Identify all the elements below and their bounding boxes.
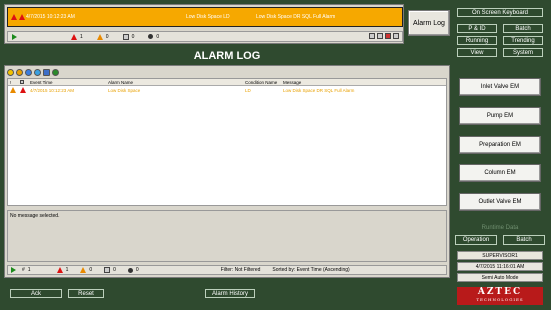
warning-icon[interactable] (16, 68, 23, 76)
reset-button[interactable]: Reset (68, 289, 104, 298)
banner-suppressed: 0 (156, 33, 160, 40)
banner-ack: 0 (105, 33, 109, 40)
row-condition-name: LD (245, 87, 251, 93)
filter-icon[interactable] (34, 68, 41, 76)
ack-all-icon[interactable] (385, 33, 391, 39)
info-icon[interactable] (25, 68, 32, 76)
row-alarm-name: Low Disk Space (108, 87, 141, 93)
alarm-icon (71, 33, 77, 40)
alarm-warning-icon (11, 14, 25, 22)
table-row[interactable]: 4/7/2015 10:12:23 AM Low Disk Space LD L… (8, 86, 446, 94)
banner-alarm-message: Low Disk Space DR SQL Full Alarm (256, 14, 336, 20)
message-pane: No message selected. (7, 210, 447, 262)
shelved-icon (122, 33, 129, 40)
col-event-time[interactable]: Event Time (28, 80, 106, 85)
log-statusbar: #1 1 0 0 0 Filter: Not Filtered Sorted b… (7, 265, 447, 275)
runtime-data-label: Runtime Data (481, 225, 519, 231)
nav-running-button[interactable]: Running (457, 36, 497, 45)
row-event-time: 4/7/2015 10:12:23 AM (30, 87, 75, 93)
control-mode: Semi Auto Mode (457, 273, 543, 282)
scroll-down-icon[interactable] (377, 33, 383, 39)
nav-view-button[interactable]: View (457, 48, 497, 57)
ack-button[interactable]: Ack (10, 289, 62, 298)
banner-statusbar: 1 0 0 0 (7, 31, 403, 42)
refresh-icon[interactable] (393, 33, 399, 39)
severity-icon (20, 79, 24, 84)
nav-trending-button[interactable]: Trending (503, 36, 543, 45)
col-condition-name[interactable]: Condition Name (243, 80, 281, 85)
banner-shelved: 0 (131, 33, 135, 40)
navigation-panel: On Screen Keyboard P & ID Batch Running … (453, 4, 547, 306)
table-header: ! Event Time Alarm Name Condition Name M… (8, 79, 446, 86)
shelved-icon (104, 267, 111, 273)
col-severity[interactable] (18, 79, 28, 85)
sort-status: Sorted by: Event Time (Ascending) (272, 267, 350, 273)
save-icon[interactable] (43, 68, 50, 76)
col-message[interactable]: Message (281, 80, 446, 85)
preparation-em-button[interactable]: Preparation EM (459, 136, 541, 154)
column-em-button[interactable]: Column EM (459, 164, 541, 182)
outlet-valve-em-button[interactable]: Outlet Valve EM (459, 193, 541, 211)
logo-subtitle: TECHNOLOGIES (476, 297, 524, 302)
log-ack: 0 (89, 267, 93, 273)
play-icon[interactable] (11, 267, 16, 273)
filter-status: Filter: Not Filtered (220, 267, 261, 273)
nav-batch-button[interactable]: Batch (503, 24, 543, 33)
pump-em-button[interactable]: Pump EM (459, 107, 541, 125)
alarm-history-button[interactable]: Alarm History (205, 289, 255, 298)
page-title: ALARM LOG (4, 47, 450, 64)
banner-play-item[interactable] (12, 33, 17, 40)
inlet-valve-em-button[interactable]: Inlet Valve EM (459, 78, 541, 96)
suppressed-icon (127, 267, 133, 273)
suppressed-icon (148, 34, 154, 39)
alarm-icon (56, 267, 63, 273)
log-suppressed: 0 (135, 267, 139, 273)
banner-count: 1 (80, 33, 83, 40)
alarm-table[interactable]: ! Event Time Alarm Name Condition Name M… (7, 78, 447, 206)
nav-system-button[interactable]: System (503, 48, 543, 57)
ack-icon (80, 267, 87, 273)
alarm-icon (20, 86, 26, 93)
active-alarm-row[interactable]: 4/7/2015 10:12:23 AM Low Disk Space LD L… (7, 7, 403, 27)
nav-pid-button[interactable]: P & ID (457, 24, 497, 33)
banner-alarm-name: Low Disk Space LD (186, 14, 230, 20)
user-name: SUPERVISOR1 (457, 251, 543, 260)
log-total: 1 (27, 267, 31, 273)
runtime-batch-button[interactable]: Batch (503, 235, 545, 245)
col-alarm-name[interactable]: Alarm Name (106, 80, 243, 85)
settings-icon[interactable] (52, 68, 59, 76)
alarm-log-button[interactable]: Alarm Log (408, 10, 450, 36)
banner-alarm-time: 4/7/2015 10:12:23 AM (26, 14, 75, 20)
unacked-icon (10, 86, 16, 93)
ack-icon[interactable] (7, 68, 14, 76)
aztec-logo: AZTEC TECHNOLOGIES (457, 287, 543, 305)
log-shelved: 0 (113, 267, 116, 273)
logo-title: AZTEC (477, 287, 523, 297)
log-unacked: 1 (65, 267, 69, 273)
current-datetime: 4/7/2015 11:16:01 AM (457, 262, 543, 271)
operation-button[interactable]: Operation (455, 235, 497, 245)
alarm-log-panel: ! Event Time Alarm Name Condition Name M… (4, 65, 450, 278)
banner-tools (369, 33, 399, 39)
alarm-banner: 4/7/2015 10:12:23 AM Low Disk Space LD L… (4, 4, 404, 44)
scroll-up-icon[interactable] (369, 33, 375, 39)
row-message: Low Disk Space DR SQL Full Alarm (283, 87, 355, 93)
onscreen-keyboard-button[interactable]: On Screen Keyboard (457, 8, 543, 17)
play-icon (12, 33, 17, 40)
unacked-icon (96, 33, 103, 40)
col-ack[interactable]: ! (8, 80, 18, 85)
log-toolbar (7, 68, 59, 76)
